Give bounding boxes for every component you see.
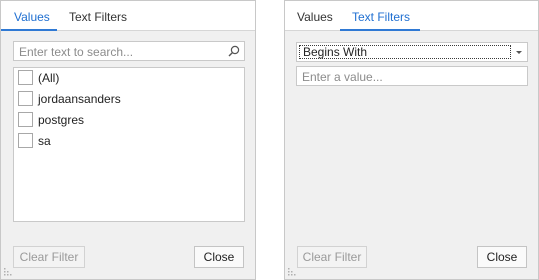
close-button[interactable]: Close (477, 246, 527, 268)
search-icon[interactable] (228, 45, 240, 57)
tab-strip: Values Text Filters (1, 1, 255, 31)
value-placeholder: Enter a value... (302, 70, 383, 84)
search-placeholder: Enter text to search... (19, 45, 134, 59)
checkbox[interactable] (18, 133, 33, 148)
list-item[interactable]: sa (16, 131, 242, 150)
chevron-down-icon[interactable] (511, 43, 527, 61)
list-item[interactable]: (All) (16, 68, 242, 87)
list-item[interactable]: postgres (16, 110, 242, 129)
list-item-label: sa (38, 134, 51, 148)
text-filters-popup: Values Text Filters Begins With Enter a … (284, 0, 539, 280)
clear-filter-button[interactable]: Clear Filter (13, 246, 85, 268)
clear-filter-button[interactable]: Clear Filter (297, 246, 367, 268)
operator-select[interactable]: Begins With (296, 42, 528, 62)
tab-strip: Values Text Filters (285, 1, 538, 31)
operator-value: Begins With (299, 45, 511, 59)
search-input[interactable]: Enter text to search... (13, 41, 245, 61)
checkbox[interactable] (18, 91, 33, 106)
close-button[interactable]: Close (194, 246, 244, 268)
list-item-label: postgres (38, 113, 85, 127)
tab-values[interactable]: Values (14, 10, 50, 24)
checkbox[interactable] (18, 112, 33, 127)
active-tab-indicator (1, 29, 57, 31)
list-item-label: (All) (38, 71, 60, 85)
values-filter-popup: Values Text Filters Enter text to search… (0, 0, 256, 280)
tab-values[interactable]: Values (297, 10, 333, 24)
list-item[interactable]: jordaansanders (16, 89, 242, 108)
values-list[interactable]: (All) jordaansanders postgres sa (13, 67, 245, 222)
active-tab-indicator (340, 29, 420, 31)
tab-text-filters[interactable]: Text Filters (69, 10, 127, 24)
tab-text-filters[interactable]: Text Filters (352, 10, 410, 24)
filter-value-input[interactable]: Enter a value... (296, 66, 528, 86)
resize-grip-icon[interactable] (288, 268, 296, 276)
resize-grip-icon[interactable] (4, 268, 12, 276)
checkbox[interactable] (18, 70, 33, 85)
list-item-label: jordaansanders (38, 92, 121, 106)
